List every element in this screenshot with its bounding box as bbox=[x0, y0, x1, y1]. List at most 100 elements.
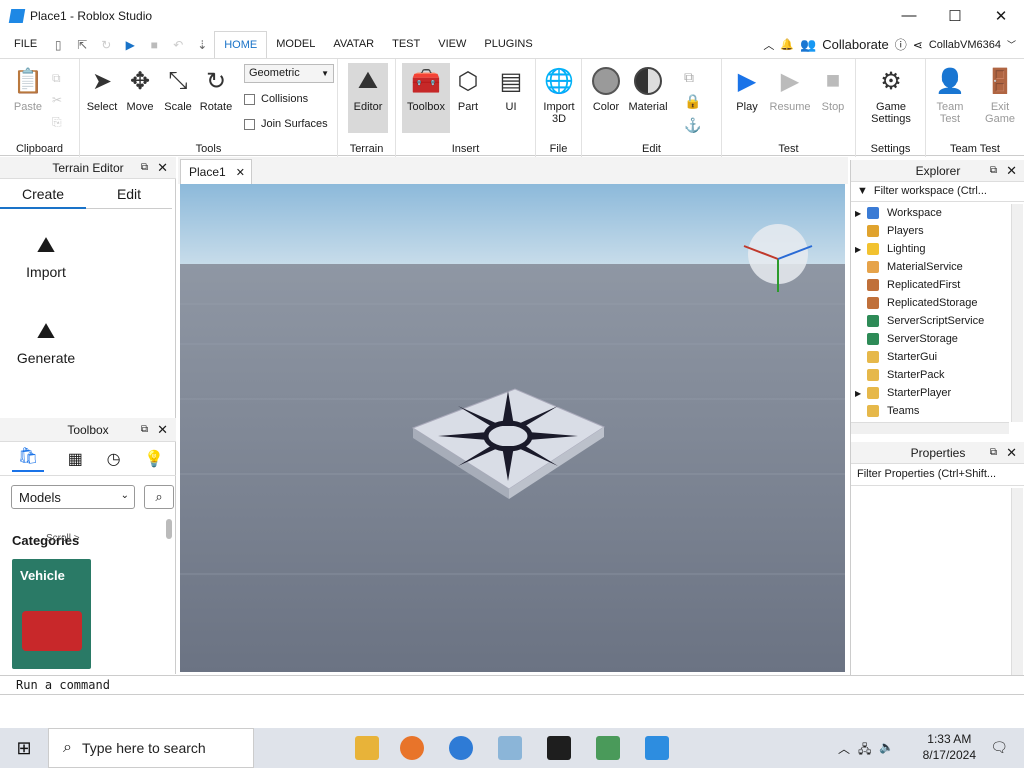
explorer-item[interactable]: ServerStorage bbox=[855, 330, 958, 348]
team-test-button[interactable]: 👤 Team Test bbox=[928, 65, 972, 126]
3d-viewport[interactable] bbox=[180, 184, 845, 672]
insert-group: 🧰 Toolbox ⬡ Part ▤ UI Insert bbox=[396, 59, 536, 157]
color-button[interactable]: Color bbox=[584, 65, 628, 113]
close-properties-icon[interactable]: ✕ bbox=[1006, 445, 1017, 461]
join-surfaces-toggle[interactable]: Join Surfaces bbox=[244, 118, 328, 130]
close-toolbox-icon[interactable]: ✕ bbox=[157, 422, 168, 438]
explorer-item[interactable]: Players bbox=[855, 222, 924, 240]
explorer-filter-input[interactable]: ▼ Filter workspace (Ctrl... bbox=[851, 182, 1024, 202]
play-button[interactable]: ▶ Play bbox=[725, 65, 769, 114]
scroll-hint[interactable]: Scroll > bbox=[46, 533, 80, 544]
close-button[interactable]: ✕ bbox=[978, 0, 1024, 31]
help-icon[interactable]: ⓘ bbox=[895, 36, 907, 53]
game-settings-button[interactable]: ⚙ Game Settings bbox=[862, 65, 920, 126]
explorer-item[interactable]: ▶ Lighting bbox=[855, 240, 926, 258]
start-button[interactable]: ⊞ bbox=[0, 728, 48, 768]
transform-mode-dropdown[interactable]: Geometric ▼ bbox=[244, 64, 334, 83]
tab-model[interactable]: MODEL bbox=[267, 31, 324, 58]
expand-arrow-icon[interactable]: ▶ bbox=[855, 209, 867, 218]
undock-explorer-icon[interactable]: ⧉ bbox=[990, 165, 997, 176]
exit-game-button[interactable]: 🚪 Exit Game bbox=[978, 65, 1022, 126]
resume-button[interactable]: ▶ Resume bbox=[768, 65, 812, 114]
tab-create[interactable]: Create bbox=[0, 179, 86, 209]
expand-arrow-icon[interactable]: ▶ bbox=[855, 245, 867, 254]
close-explorer-icon[interactable]: ✕ bbox=[1006, 163, 1017, 179]
place1-tab[interactable]: Place1 ✕ bbox=[180, 159, 252, 184]
undock-toolbox-icon[interactable]: ⧉ bbox=[141, 424, 148, 435]
quick-play-icon[interactable]: ▶ bbox=[122, 37, 138, 53]
import-3d-button[interactable]: 🌐 Import 3D bbox=[537, 65, 581, 126]
material-button[interactable]: Material bbox=[626, 65, 670, 113]
explorer-item[interactable]: ServerScriptService bbox=[855, 312, 984, 330]
share-icon[interactable]: ⋖ bbox=[913, 38, 923, 52]
notification-center-icon[interactable]: 🗨 bbox=[990, 739, 1008, 756]
explorer-item[interactable]: MaterialService bbox=[855, 258, 963, 276]
expand-arrow-icon[interactable]: ▶ bbox=[855, 389, 867, 398]
collaborate-button[interactable]: Collaborate bbox=[822, 37, 889, 52]
recent-icon[interactable]: ◷ bbox=[107, 449, 121, 469]
tab-view[interactable]: VIEW bbox=[429, 31, 475, 58]
close-terrain-editor-icon[interactable]: ✕ bbox=[157, 160, 168, 176]
part-button[interactable]: ⬡ Part bbox=[446, 65, 490, 114]
paint-icon[interactable] bbox=[498, 736, 522, 760]
undo-icon[interactable]: ↶ bbox=[170, 37, 186, 53]
explorer-item[interactable]: StarterPack bbox=[855, 366, 944, 384]
paste-button[interactable]: 📋 Paste bbox=[6, 65, 50, 114]
quick-stop-icon[interactable]: ■ bbox=[146, 37, 162, 53]
rotate-button[interactable]: ↻ Rotate bbox=[194, 65, 238, 114]
terrain-generate-button[interactable]: ⛰ Generate bbox=[14, 318, 78, 366]
customize-quick-access-icon[interactable]: ⇣ bbox=[194, 37, 210, 53]
explorer-item[interactable]: ReplicatedStorage bbox=[855, 294, 978, 312]
tab-edit[interactable]: Edit bbox=[86, 179, 172, 209]
firefox-icon[interactable] bbox=[400, 736, 424, 760]
redo-icon[interactable]: ↻ bbox=[98, 37, 114, 53]
roblox-studio-taskbar-icon[interactable] bbox=[645, 736, 669, 760]
undock-icon[interactable]: ⧉ bbox=[141, 162, 148, 173]
tab-home[interactable]: HOME bbox=[214, 31, 268, 58]
file-explorer-icon[interactable] bbox=[355, 736, 379, 760]
vehicle-category-card[interactable]: Vehicle bbox=[12, 559, 91, 669]
toolbox-scrollbar[interactable] bbox=[166, 519, 172, 539]
remote-desktop-icon[interactable] bbox=[596, 736, 620, 760]
taskbar-clock[interactable]: 1:33 AM 8/17/2024 bbox=[923, 731, 976, 763]
tab-plugins[interactable]: PLUGINS bbox=[475, 31, 541, 58]
tab-test[interactable]: TEST bbox=[383, 31, 429, 58]
explorer-vscrollbar[interactable] bbox=[1011, 204, 1023, 422]
chrome-icon[interactable] bbox=[449, 736, 473, 760]
publish-icon[interactable]: ⇱ bbox=[74, 37, 90, 53]
toolbox-button[interactable]: 🧰 Toolbox bbox=[402, 63, 450, 133]
user-name[interactable]: CollabVM6364 bbox=[929, 39, 1001, 51]
terminal-icon[interactable] bbox=[547, 736, 571, 760]
explorer-item[interactable]: StarterGui bbox=[855, 348, 937, 366]
explorer-hscrollbar[interactable] bbox=[851, 422, 1009, 434]
explorer-item[interactable]: Teams bbox=[855, 402, 919, 420]
explorer-item[interactable]: ▶ Workspace bbox=[855, 204, 942, 222]
properties-vscrollbar[interactable] bbox=[1011, 488, 1023, 678]
inventory-icon[interactable]: ▦ bbox=[68, 449, 83, 469]
creations-icon[interactable]: 💡 bbox=[144, 449, 164, 469]
system-tray-icons[interactable]: ︿ 🖧 🔈 bbox=[838, 740, 894, 761]
new-file-icon[interactable]: ▯ bbox=[50, 37, 66, 53]
undock-properties-icon[interactable]: ⧉ bbox=[990, 447, 997, 458]
maximize-button[interactable]: ☐ bbox=[932, 0, 978, 31]
command-bar[interactable]: Run a command bbox=[0, 675, 1024, 695]
chevron-down-icon[interactable]: ﹀ bbox=[1007, 38, 1016, 51]
minimize-button[interactable]: — bbox=[886, 0, 932, 31]
explorer-item[interactable]: ReplicatedFirst bbox=[855, 276, 960, 294]
stop-button[interactable]: ■ Stop bbox=[811, 65, 855, 113]
collisions-toggle[interactable]: Collisions bbox=[244, 93, 308, 105]
notifications-icon[interactable]: 🔔 bbox=[780, 38, 794, 51]
terrain-import-button[interactable]: ⛰ Import bbox=[14, 232, 78, 280]
properties-filter-input[interactable]: Filter Properties (Ctrl+Shift... bbox=[851, 464, 1024, 486]
file-menu[interactable]: FILE bbox=[0, 31, 46, 58]
marketplace-icon[interactable]: 🛍 bbox=[11, 446, 45, 472]
toolbox-category-dropdown[interactable]: Models ⌄ bbox=[11, 485, 135, 509]
taskbar-search-box[interactable]: ⌕ Type here to search bbox=[48, 728, 254, 768]
group-lock-anchor-icons[interactable]: ⧉ 🔒 ⚓ bbox=[684, 65, 701, 137]
tab-avatar[interactable]: AVATAR bbox=[324, 31, 383, 58]
toolbox-search-button[interactable]: ⌕ bbox=[144, 485, 174, 509]
chevron-up-icon[interactable]: ︿ bbox=[763, 37, 774, 53]
explorer-item[interactable]: ▶ StarterPlayer bbox=[855, 384, 951, 402]
ui-button[interactable]: ▤ UI bbox=[489, 65, 533, 114]
terrain-editor-button[interactable]: ⛰ Editor bbox=[348, 63, 388, 133]
